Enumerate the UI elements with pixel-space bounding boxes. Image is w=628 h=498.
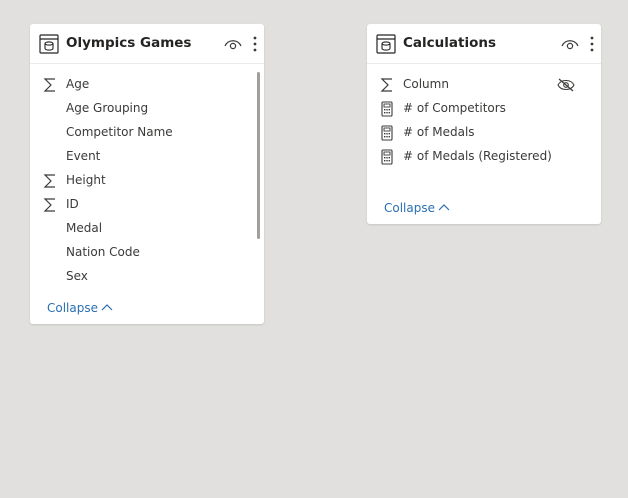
table-card-header[interactable]: Olympics Games bbox=[30, 24, 264, 64]
table-card-olympics-games[interactable]: Olympics Games Age Age Grouping Competit… bbox=[30, 24, 264, 324]
sigma-icon bbox=[43, 78, 55, 92]
field-name: # of Competitors bbox=[403, 101, 506, 115]
field-name: # of Medals (Registered) bbox=[403, 149, 552, 163]
field-name: Competitor Name bbox=[66, 125, 173, 139]
field-name: Age Grouping bbox=[66, 101, 149, 115]
table-card-calculations[interactable]: Calculations Column # of Competitors # o… bbox=[367, 24, 601, 224]
calculator-icon bbox=[381, 125, 393, 141]
field-row[interactable]: Age Grouping bbox=[30, 97, 264, 121]
field-name: Medal bbox=[66, 221, 103, 235]
more-options-icon[interactable] bbox=[253, 36, 257, 52]
table-card-header[interactable]: Calculations bbox=[367, 24, 601, 64]
scrollbar-thumb[interactable] bbox=[257, 72, 260, 239]
collapse-label: Collapse bbox=[384, 201, 435, 215]
collapse-button[interactable]: Collapse bbox=[47, 301, 113, 315]
eye-icon[interactable] bbox=[561, 37, 579, 51]
field-name: Sex bbox=[66, 269, 88, 283]
eye-icon[interactable] bbox=[224, 37, 242, 51]
field-row[interactable]: # of Competitors bbox=[367, 97, 601, 121]
field-row[interactable]: Height bbox=[30, 169, 264, 193]
sigma-icon bbox=[43, 174, 55, 188]
field-name: # of Medals bbox=[403, 125, 475, 139]
sigma-icon bbox=[43, 198, 55, 212]
field-row[interactable]: Nation Code bbox=[30, 241, 264, 265]
calculator-icon bbox=[381, 101, 393, 117]
field-row[interactable]: Medal bbox=[30, 217, 264, 241]
field-row[interactable]: Column bbox=[367, 73, 601, 97]
calculator-icon bbox=[381, 149, 393, 165]
field-name: Event bbox=[66, 149, 101, 163]
eye-hidden-icon[interactable] bbox=[557, 78, 575, 92]
collapse-button[interactable]: Collapse bbox=[384, 201, 450, 215]
field-name: Age bbox=[66, 77, 90, 91]
field-row[interactable]: ID bbox=[30, 193, 264, 217]
field-name: Height bbox=[66, 173, 106, 187]
field-row[interactable]: Competitor Name bbox=[30, 121, 264, 145]
field-row[interactable]: Age bbox=[30, 73, 264, 97]
field-row[interactable]: # of Medals (Registered) bbox=[367, 145, 601, 169]
collapse-label: Collapse bbox=[47, 301, 98, 315]
table-icon bbox=[39, 34, 59, 54]
field-row[interactable]: Event bbox=[30, 145, 264, 169]
more-options-icon[interactable] bbox=[590, 36, 594, 52]
chevron-up-icon bbox=[438, 204, 450, 211]
field-row[interactable]: # of Medals bbox=[367, 121, 601, 145]
field-row[interactable]: Sex bbox=[30, 265, 264, 289]
chevron-up-icon bbox=[101, 304, 113, 311]
table-title: Olympics Games bbox=[66, 35, 192, 51]
sigma-icon bbox=[380, 78, 392, 92]
table-title: Calculations bbox=[403, 35, 496, 51]
field-name: Nation Code bbox=[66, 245, 140, 259]
field-name: Column bbox=[403, 77, 449, 91]
field-name: ID bbox=[66, 197, 79, 211]
table-icon bbox=[376, 34, 396, 54]
